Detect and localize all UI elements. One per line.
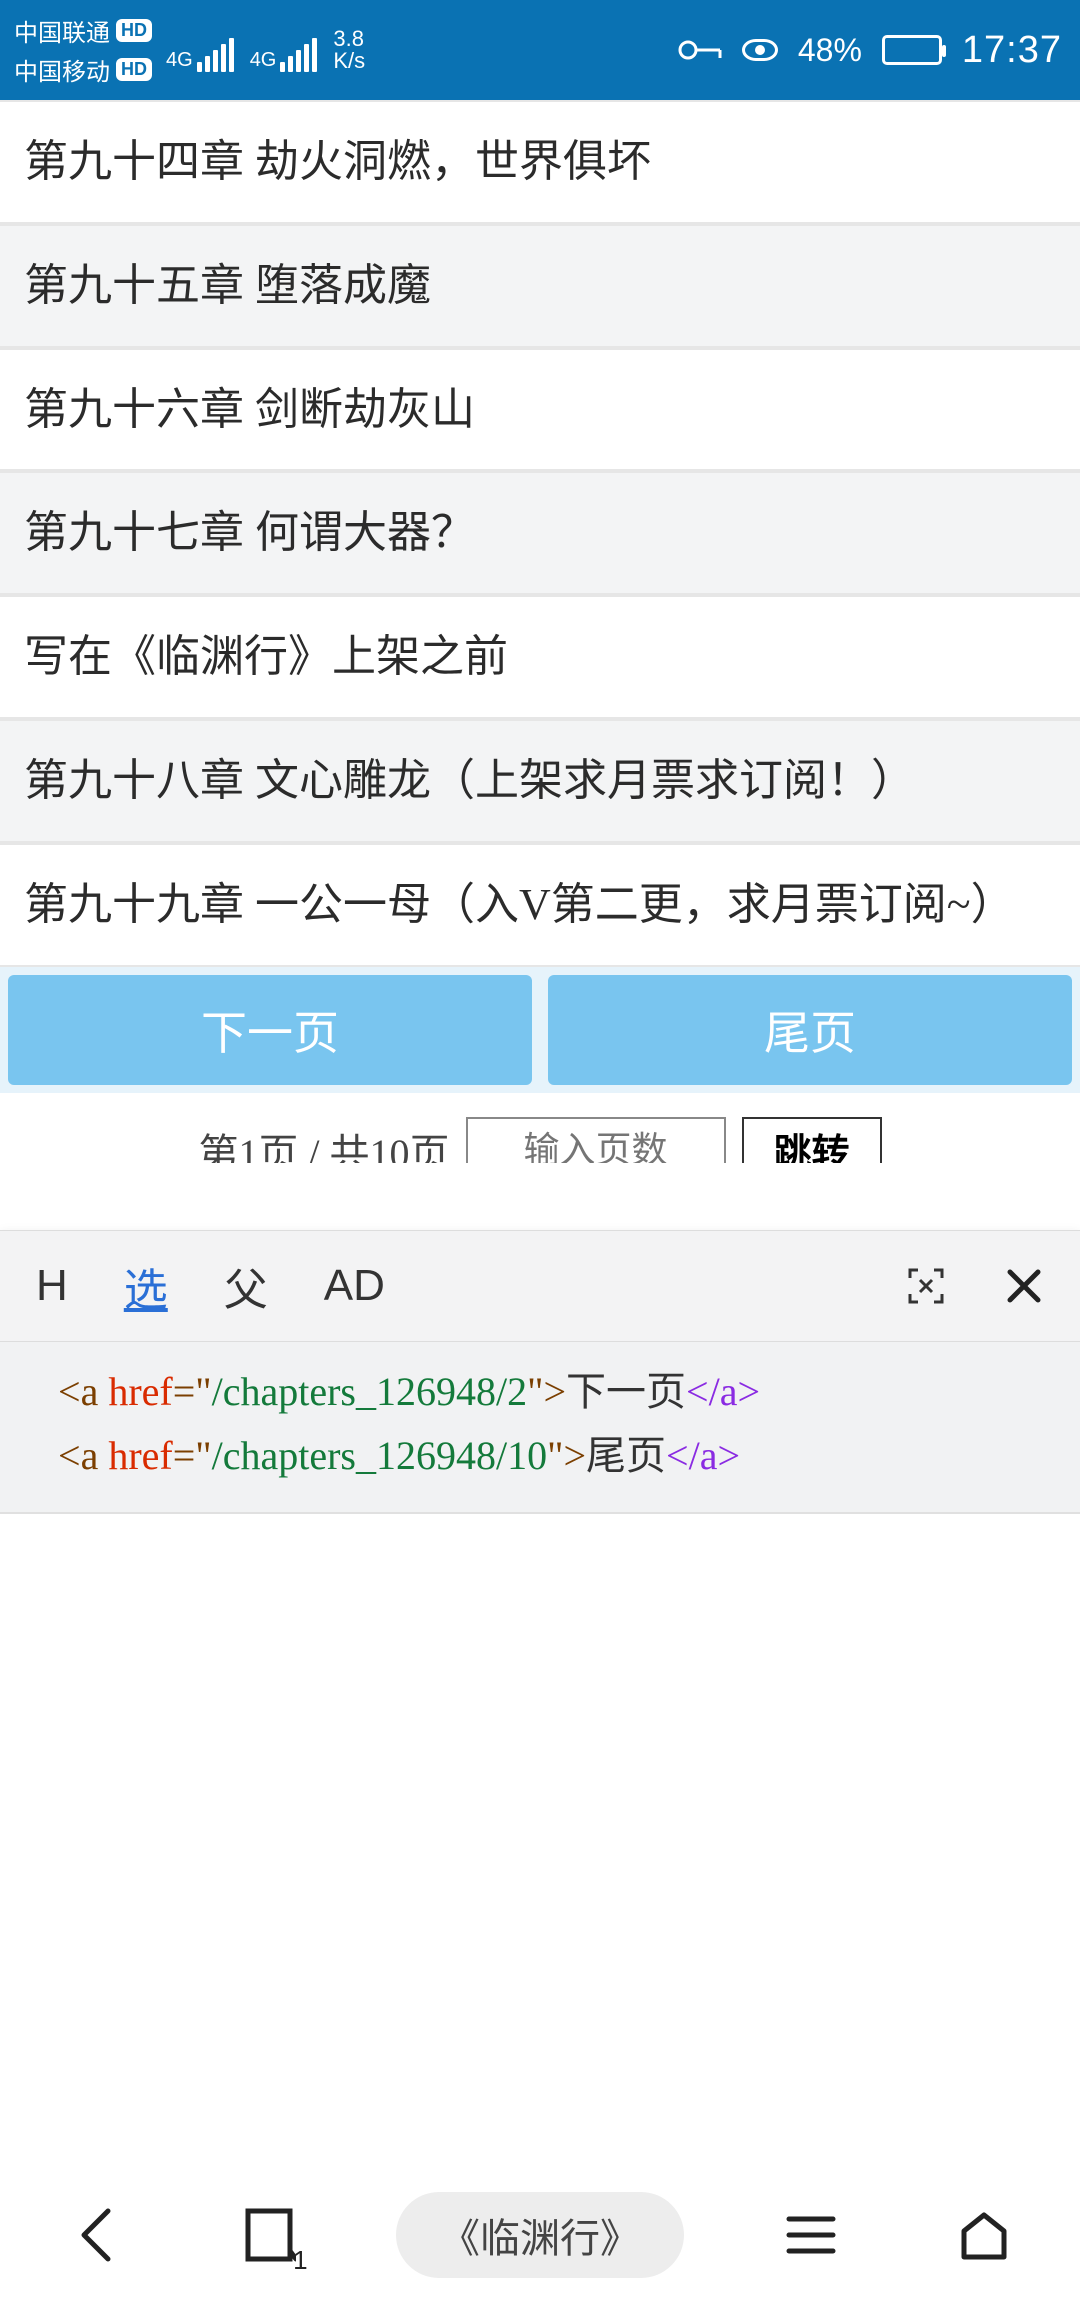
menu-button[interactable] (766, 2190, 856, 2280)
hd-badge-2: HD (116, 58, 152, 81)
carrier-1: 中国联通 (14, 13, 110, 48)
signal-bars-icon (197, 38, 234, 72)
next-page-button[interactable]: 下一页 (8, 975, 532, 1085)
eye-icon (742, 39, 778, 61)
close-icon[interactable] (1004, 1266, 1044, 1306)
chapter-item[interactable]: 第九十五章 堕落成魔 (0, 224, 1080, 348)
chapter-item[interactable]: 第九十七章 何谓大器？ (0, 471, 1080, 595)
inspector-select-button[interactable]: 选 (124, 1254, 168, 1318)
page-info-row: 第1页 / 共10页 跳转 (0, 1093, 1080, 1163)
battery-icon (882, 35, 942, 65)
inspector-parent-button[interactable]: 父 (224, 1254, 268, 1318)
clock: 17:37 (962, 29, 1062, 72)
tabs-button[interactable]: 1 (224, 2190, 314, 2280)
inspector-ad-button[interactable]: AD (324, 1261, 385, 1311)
signal-block: 4G 4G 3.8 K/s (166, 28, 365, 72)
carrier-2: 中国移动 (14, 52, 110, 87)
page-info-text: 第1页 / 共10页 (198, 1121, 449, 1163)
hd-badge-1: HD (116, 19, 152, 42)
carrier-block: 中国联通 HD 中国移动 HD (14, 13, 152, 87)
signal-2-label: 4G (250, 49, 277, 72)
home-button[interactable] (939, 2190, 1029, 2280)
browser-bottom-nav: 1 《临渊行》 (0, 2160, 1080, 2310)
network-speed: 3.8 K/s (333, 28, 365, 72)
inspector-h-button[interactable]: H (36, 1261, 68, 1311)
code-line[interactable]: <a href="/chapters_126948/2">下一页</a> (58, 1360, 1022, 1424)
html-source-panel: <a href="/chapters_126948/2">下一页</a> <a … (0, 1342, 1080, 1514)
chapter-item[interactable]: 第九十四章 劫火洞燃，世界俱坏 (0, 100, 1080, 224)
page-number-input[interactable] (466, 1117, 726, 1163)
status-bar: 中国联通 HD 中国移动 HD 4G 4G 3.8 K/s (0, 0, 1080, 100)
back-button[interactable] (51, 2190, 141, 2280)
tab-count: 1 (293, 2245, 307, 2276)
vpn-key-icon (678, 38, 722, 62)
chapter-list: 第九十四章 劫火洞燃，世界俱坏 第九十五章 堕落成魔 第九十六章 剑断劫灰山 第… (0, 100, 1080, 967)
signal-bars-icon (280, 38, 317, 72)
chapter-item[interactable]: 写在《临渊行》上架之前 (0, 595, 1080, 719)
pager: 下一页 尾页 (0, 967, 1080, 1093)
jump-button[interactable]: 跳转 (742, 1117, 882, 1163)
code-line[interactable]: <a href="/chapters_126948/10">尾页</a> (58, 1424, 1022, 1488)
signal-1-label: 4G (166, 49, 193, 72)
fullscreen-icon[interactable] (904, 1264, 948, 1308)
inspector-toolbar: H 选 父 AD (0, 1230, 1080, 1342)
page-title-pill[interactable]: 《临渊行》 (396, 2192, 684, 2278)
chapter-item[interactable]: 第九十八章 文心雕龙（上架求月票求订阅！） (0, 719, 1080, 843)
last-page-button[interactable]: 尾页 (548, 975, 1072, 1085)
battery-percent: 48% (798, 32, 862, 69)
chapter-item[interactable]: 第九十九章 一公一母（入V第二更，求月票订阅~） (0, 843, 1080, 967)
chapter-item[interactable]: 第九十六章 剑断劫灰山 (0, 348, 1080, 472)
